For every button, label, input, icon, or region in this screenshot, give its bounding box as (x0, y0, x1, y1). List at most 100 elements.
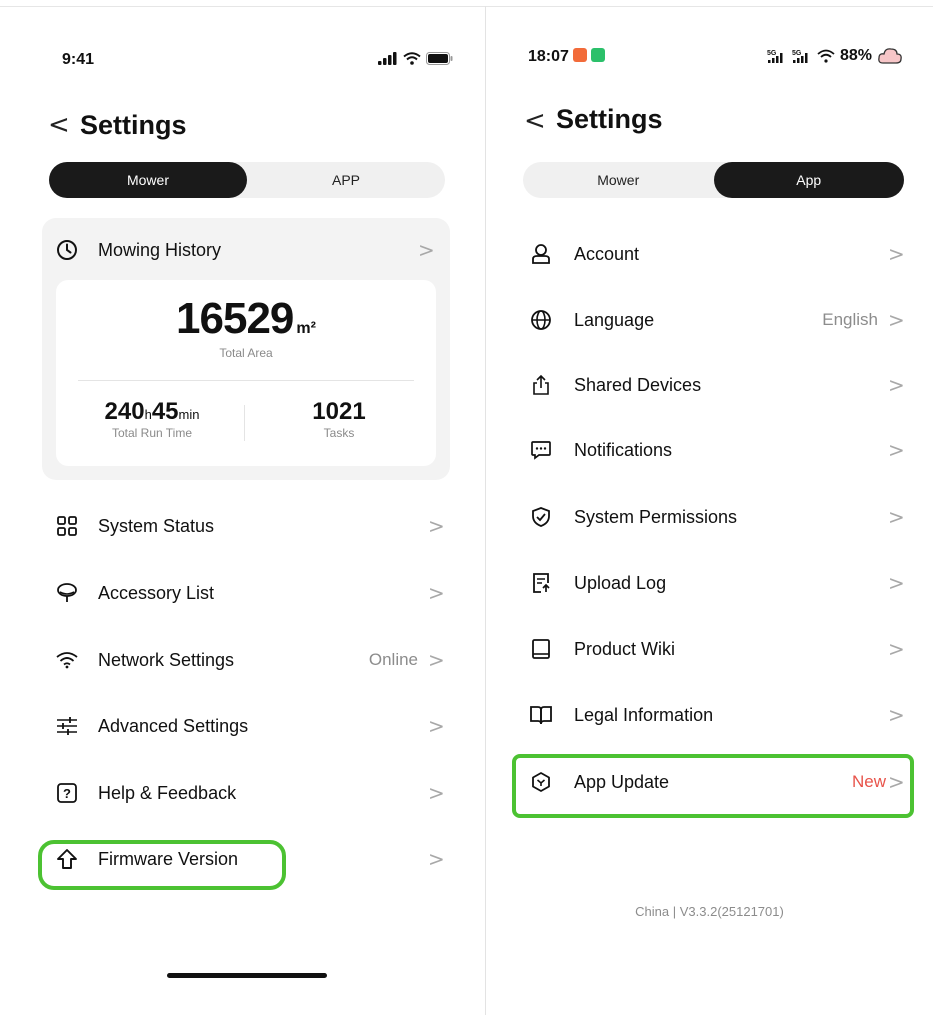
stats-divider (78, 380, 414, 381)
5g-signal-icon-2: 5G (792, 50, 808, 63)
chevron-right-icon: > (888, 637, 905, 661)
menu-item-label: Shared Devices (574, 374, 702, 395)
menu-item-system-permissions[interactable]: System Permissions > (528, 495, 905, 539)
upload-log-icon (528, 570, 554, 596)
menu-item-upload-log[interactable]: Upload Log > (528, 561, 905, 605)
language-value: English (822, 310, 878, 329)
menu-item-advanced-settings[interactable]: Advanced Settings > (54, 704, 445, 748)
mowing-history-card[interactable]: Mowing History > 16529 m² Total Area 240h… (42, 218, 450, 480)
5g-signal-icon: 5G (767, 50, 783, 63)
chevron-right-icon: > (888, 505, 905, 529)
mower-settings-screen: 9:41 < Settings Mower APP Mowing History… (0, 6, 485, 1015)
tab-app[interactable]: App (713, 162, 904, 198)
cloud-battery-icon (878, 48, 902, 64)
chevron-right-icon: > (428, 581, 445, 605)
tab-mower[interactable]: Mower (49, 162, 247, 198)
menu-item-label: Product Wiki (574, 638, 676, 659)
app-notification-icon (572, 48, 587, 62)
wifi-status-icon (817, 49, 835, 63)
tab-app[interactable]: APP (247, 162, 445, 198)
battery-icon (426, 52, 453, 65)
accessory-icon (54, 580, 80, 606)
hours-unit: h (144, 407, 152, 422)
svg-text:5G: 5G (767, 50, 777, 57)
menu-item-shared-devices[interactable]: Shared Devices > (528, 363, 905, 407)
menu-item-help-feedback[interactable]: ? Help & Feedback > (54, 771, 445, 815)
share-icon (528, 372, 554, 398)
status-time: 9:41 (62, 51, 95, 68)
page-title: Settings (556, 104, 663, 134)
open-book-icon (528, 702, 554, 728)
run-minutes: 45 (151, 398, 179, 425)
total-area-value: 16529 m² (56, 294, 436, 344)
area-unit: m² (296, 320, 316, 337)
back-button[interactable]: < (48, 110, 70, 140)
menu-item-label: Accessory List (98, 582, 215, 603)
menu-item-label: System Status (98, 515, 215, 536)
menu-item-accessory-list[interactable]: Accessory List > (54, 571, 445, 615)
book-icon (528, 636, 554, 662)
menu-item-product-wiki[interactable]: Product Wiki > (528, 627, 905, 671)
shield-check-icon (528, 504, 554, 530)
menu-item-label: Help & Feedback (98, 782, 237, 803)
menu-item-label: Account (574, 243, 640, 264)
settings-tab-switch: Mower App (523, 162, 904, 198)
chevron-right-icon: > (428, 781, 445, 805)
menu-item-label: Notifications (574, 439, 673, 460)
mowing-history-label: Mowing History (98, 239, 222, 260)
menu-item-account[interactable]: Account > (528, 232, 905, 276)
chevron-right-icon: > (888, 438, 905, 462)
menu-item-label: Advanced Settings (98, 715, 249, 736)
mowing-history-row[interactable]: Mowing History > (54, 228, 435, 272)
status-time: 18:07 (528, 48, 605, 66)
page-title: Settings (80, 110, 187, 140)
region-version-footer: China | V3.3.2(25121701) (635, 904, 784, 919)
mowing-history-header[interactable]: Mowing History > (42, 218, 450, 280)
chevron-right-icon: > (888, 242, 905, 266)
wifi-icon (54, 647, 80, 673)
app-update-highlight (512, 754, 914, 818)
menu-item-label: Legal Information (574, 704, 714, 725)
back-button[interactable]: < (524, 106, 546, 136)
message-icon (528, 437, 554, 463)
chevron-right-icon: > (428, 847, 445, 871)
chevron-right-icon: > (888, 373, 905, 397)
run-hours: 240 (104, 398, 145, 425)
chevron-right-icon: > (428, 714, 445, 738)
chevron-right-icon: > (888, 571, 905, 595)
tasks-count: 1021 Tasks (274, 398, 404, 440)
status-icons: 5G 5G 88% (767, 46, 903, 66)
menu-item-label: Upload Log (574, 572, 667, 593)
clock-icon (54, 237, 80, 263)
battery-percentage: 88% (839, 47, 872, 64)
total-run-time: 240h45min Total Run Time (82, 398, 222, 440)
tab-mower[interactable]: Mower (523, 162, 714, 198)
total-area-label: Total Area (219, 346, 273, 360)
stats-vertical-divider (244, 405, 245, 441)
menu-item-network-settings[interactable]: Network Settings Online > (54, 638, 445, 682)
menu-item-system-status[interactable]: System Status > (54, 504, 445, 548)
menu-item-notifications[interactable]: Notifications > (528, 428, 905, 472)
status-time-text: 18:07 (528, 48, 569, 65)
sliders-icon (54, 713, 80, 739)
total-area-number: 16529 (176, 294, 294, 343)
user-icon (528, 241, 554, 267)
chevron-right-icon: > (428, 648, 445, 672)
help-icon: ? (54, 780, 80, 806)
tasks-label: Tasks (323, 426, 355, 440)
svg-text:?: ? (63, 786, 71, 801)
minutes-unit: min (178, 407, 200, 422)
home-indicator[interactable] (167, 973, 327, 978)
run-time-label: Total Run Time (111, 426, 193, 440)
mowing-stats-panel: 16529 m² Total Area 240h45min Total Run T… (56, 280, 436, 466)
menu-item-legal-information[interactable]: Legal Information > (528, 693, 905, 737)
grid-icon (54, 513, 80, 539)
wifi-status-icon (403, 52, 421, 65)
chevron-right-icon: > (418, 238, 435, 262)
firmware-version-highlight (38, 840, 286, 890)
globe-icon (528, 307, 554, 333)
menu-item-language[interactable]: Language English > (528, 298, 905, 342)
svg-text:5G: 5G (792, 50, 802, 57)
chevron-right-icon: > (888, 703, 905, 727)
chevron-right-icon: > (888, 308, 905, 332)
